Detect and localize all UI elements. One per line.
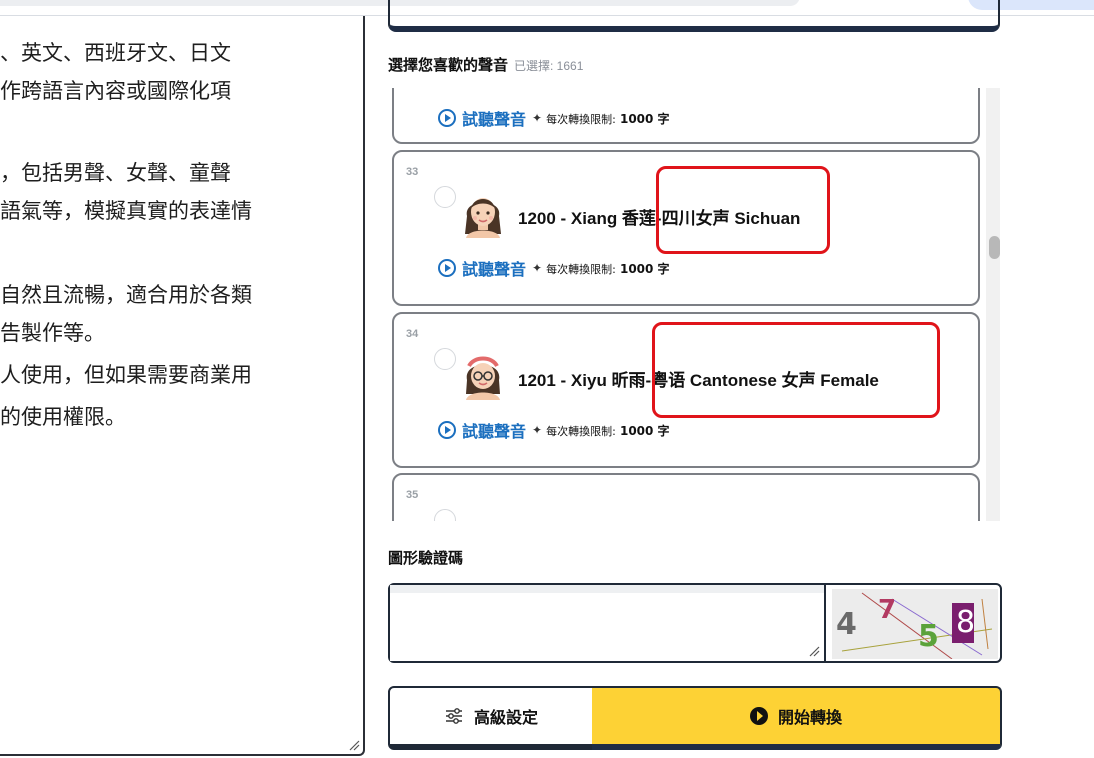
voice-section-title: 選擇您喜歡的聲音 已選擇: 1661 (388, 54, 583, 75)
sparkle-icon: ✦ (532, 111, 543, 125)
captcha-box: 4 7 5 8 (388, 583, 1002, 663)
start-convert-label: 開始轉換 (777, 710, 842, 727)
woman-avatar-icon (460, 513, 506, 521)
captcha-char: 7 (878, 595, 897, 625)
voice-radio[interactable] (434, 186, 456, 208)
text-line: 語氣等，模擬真實的表達情 (0, 199, 252, 223)
text-line: 人使用，但如果需要商業用 (0, 363, 252, 387)
text-line: 、英文、西班牙文、日文 (0, 41, 231, 65)
text-line: 作跨語言內容或國際化項 (0, 79, 231, 103)
play-circle-icon[interactable] (438, 421, 456, 439)
captcha-char: 5 (918, 619, 939, 654)
play-icon (749, 707, 768, 725)
limit-value: 1000 字 (619, 261, 670, 276)
selected-count: 已選擇: 1661 (514, 59, 584, 73)
play-circle-icon[interactable] (438, 259, 456, 277)
limit-text: 每次轉換限制: 1000 字 (546, 422, 669, 439)
limit-text: 每次轉換限制: 1000 字 (546, 260, 669, 277)
voice-list-scrollbar[interactable] (986, 88, 1000, 521)
highlight-box (652, 322, 940, 418)
limit-value: 1000 字 (619, 111, 670, 126)
limit-label: 每次轉換限制: (546, 424, 616, 438)
resize-grip-icon[interactable] (808, 645, 820, 657)
play-circle-icon[interactable] (438, 109, 456, 127)
voice-radio[interactable] (434, 348, 456, 370)
captcha-input[interactable] (390, 585, 826, 661)
captcha-input-top-band (390, 585, 824, 593)
listen-row: 試聽聲音 ✦ 每次轉換限制: 1000 字 (438, 256, 670, 280)
action-buttons: 高級設定 開始轉換 (388, 686, 1002, 758)
limit-text: 每次轉換限制: 1000 字 (546, 110, 669, 127)
voice-section-title-text: 選擇您喜歡的聲音 (388, 57, 509, 74)
captcha-char: 4 (836, 607, 857, 642)
listen-row: 試聽聲音 ✦ 每次轉換限制: 1000 字 (438, 106, 670, 130)
listen-button[interactable]: 試聽聲音 (462, 106, 526, 130)
text-input-area[interactable]: 、英文、西班牙文、日文 作跨語言內容或國際化項 ，包括男聲、女聲、童聲 語氣等，… (0, 16, 365, 756)
text-box-frame (388, 0, 1000, 32)
listen-button[interactable]: 試聽聲音 (462, 418, 526, 442)
limit-label: 每次轉換限制: (546, 112, 616, 126)
voice-list[interactable]: 試聽聲音 ✦ 每次轉換限制: 1000 字 33 1200 - Xiang 香莲… (390, 88, 1000, 521)
sliders-icon (445, 708, 462, 724)
text-line: 告製作等。 (0, 321, 105, 345)
captcha-char: 8 (956, 605, 976, 640)
text-line: 自然且流暢，適合用於各類 (0, 283, 252, 307)
start-convert-button[interactable]: 開始轉換 (592, 686, 1002, 750)
text-line: ，包括男聲、女聲、童聲 (0, 161, 231, 185)
listen-button[interactable]: 試聽聲音 (462, 256, 526, 280)
listen-row: 試聽聲音 ✦ 每次轉換限制: 1000 字 (438, 418, 670, 442)
highlight-box (656, 166, 830, 254)
sparkle-icon: ✦ (532, 261, 543, 275)
voice-panel: 選擇您喜歡的聲音 已選擇: 1661 試聽聲音 ✦ 每次轉換限制: 1000 字 … (388, 0, 1002, 758)
voice-card-number: 33 (406, 166, 419, 178)
voice-card-number: 35 (406, 489, 419, 501)
woman-avatar-icon (465, 198, 501, 238)
voice-list-scroll-thumb[interactable] (989, 236, 1000, 259)
text-line: 的使用權限。 (0, 405, 126, 429)
captcha-image[interactable]: 4 7 5 8 (832, 589, 998, 659)
limit-label: 每次轉換限制: (546, 262, 616, 276)
voice-radio[interactable] (434, 509, 456, 521)
advanced-settings-button[interactable]: 高級設定 (388, 686, 594, 750)
advanced-settings-label: 高級設定 (473, 710, 538, 727)
voice-card-number: 34 (406, 328, 419, 340)
captcha-title: 圖形驗證碼 (388, 550, 464, 567)
voice-card[interactable]: 試聽聲音 ✦ 每次轉換限制: 1000 字 (392, 88, 980, 144)
voice-card[interactable]: 35 (392, 473, 980, 521)
limit-value: 1000 字 (619, 423, 670, 438)
resize-grip-icon[interactable] (348, 739, 360, 751)
sparkle-icon: ✦ (532, 423, 543, 437)
woman-glasses-avatar-icon (466, 356, 500, 400)
